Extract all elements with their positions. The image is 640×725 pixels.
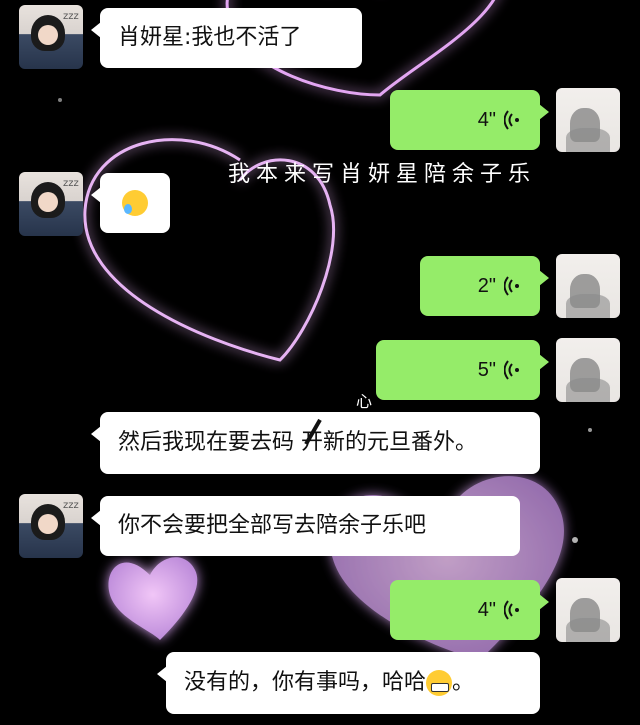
overlay-small-text: 心 [356, 392, 373, 411]
contact-avatar[interactable]: zzz [19, 494, 83, 558]
voice-message-2[interactable]: 2" [420, 256, 549, 316]
overlay-caption: 我本来写肖妍星陪余子乐 [228, 162, 537, 187]
voice-duration: 4" [477, 109, 496, 131]
filled-heart-left [108, 557, 198, 640]
sparkle [572, 537, 578, 543]
sparkle [58, 98, 62, 102]
voice-message-3[interactable]: 5" [376, 340, 549, 400]
message-text: 的元旦番外。 [345, 430, 478, 455]
contact-avatar[interactable]: zzz [19, 5, 83, 69]
message-bubble-2[interactable]: 然后我现在要去码 开新的元旦番外。 [91, 412, 540, 474]
crying-laughing-emoji-icon [122, 190, 148, 216]
message-text: 然后我现在要去码 [118, 430, 301, 455]
voice-duration: 5" [477, 359, 496, 381]
voice-duration: 2" [477, 275, 496, 297]
voice-message-4[interactable]: 4" [390, 580, 549, 640]
voice-wave-icon [504, 276, 519, 296]
message-text: 没有的，你有事吗，哈哈 [184, 670, 427, 695]
voice-wave-icon [504, 360, 519, 380]
voice-message-1[interactable]: 4" [390, 90, 549, 150]
message-text: 肖妍星:我也不活了 [118, 25, 302, 50]
self-avatar[interactable] [556, 254, 620, 318]
message-bubble-3[interactable]: 你不会要把全部写去陪余子乐吧 [91, 496, 520, 556]
contact-avatar[interactable]: zzz [19, 172, 83, 236]
sparkle [588, 428, 592, 432]
voice-duration: 4" [477, 599, 496, 621]
self-avatar[interactable] [556, 338, 620, 402]
grinning-emoji-icon [426, 670, 453, 696]
message-bubble-1[interactable]: 肖妍星:我也不活了 [91, 8, 362, 68]
message-bubble-emoji[interactable] [91, 173, 170, 233]
message-suffix: 。 [452, 670, 475, 695]
voice-wave-icon [504, 600, 519, 620]
struck-text: 开新 [301, 412, 345, 474]
message-bubble-4[interactable]: 没有的，你有事吗，哈哈。 [157, 652, 540, 714]
self-avatar[interactable] [556, 88, 620, 152]
self-avatar[interactable] [556, 578, 620, 642]
message-text: 你不会要把全部写去陪余子乐吧 [118, 513, 427, 538]
voice-wave-icon [504, 110, 519, 130]
